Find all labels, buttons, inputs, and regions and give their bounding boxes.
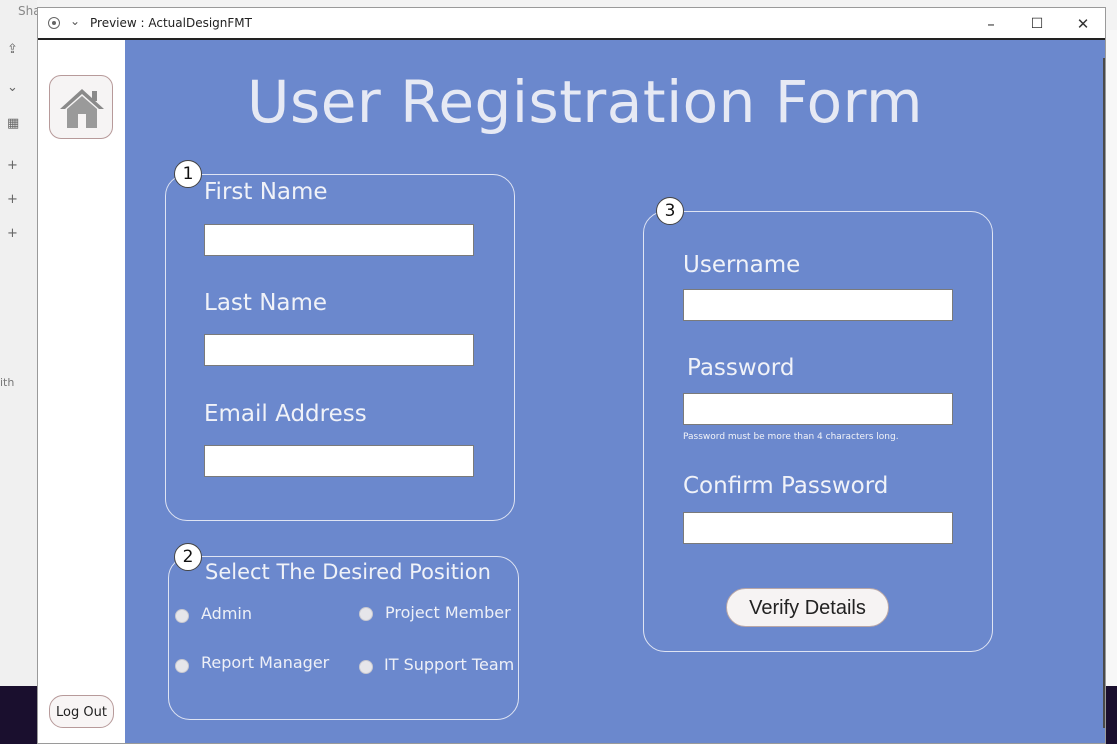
radio-it-support-team[interactable] <box>359 660 373 674</box>
radio-label-project-member: Project Member <box>385 603 511 622</box>
maximize-button[interactable]: ☐ <box>1017 12 1057 36</box>
verify-details-button[interactable]: Verify Details <box>726 588 889 627</box>
radio-project-member[interactable] <box>359 607 373 621</box>
home-icon <box>60 89 104 128</box>
radio-label-it-support-team: IT Support Team <box>384 655 515 674</box>
grid-icon: ▦ <box>7 116 20 131</box>
logout-button[interactable]: Log Out <box>49 695 114 728</box>
record-icon[interactable] <box>48 17 60 29</box>
background-right-fragment <box>1106 30 1117 686</box>
confirm-password-field[interactable] <box>683 512 953 544</box>
first-name-label: First Name <box>204 179 328 205</box>
background-taskbar-fragment-right <box>1106 686 1117 744</box>
chevron-down-icon[interactable]: ⌄ <box>70 14 80 28</box>
sidebar: Log Out <box>38 40 125 743</box>
section-badge-2: 2 <box>174 543 202 571</box>
background-app-strip: Sha ⇪ ⌄ ▦ + + + ith <box>0 0 41 744</box>
close-button[interactable]: ✕ <box>1063 12 1103 36</box>
plus-icon: + <box>7 192 18 207</box>
radio-admin[interactable] <box>175 609 189 623</box>
section-badge-3: 3 <box>656 197 684 225</box>
preview-window: ⌄ Preview : ActualDesignFMT – ☐ ✕ Log Ou… <box>37 7 1106 744</box>
window-title: Preview : ActualDesignFMT <box>90 16 252 30</box>
password-label: Password <box>687 355 795 381</box>
last-name-field[interactable] <box>204 334 474 366</box>
title-bar: ⌄ Preview : ActualDesignFMT – ☐ ✕ <box>38 8 1105 40</box>
minimize-button[interactable]: – <box>971 12 1011 36</box>
background-taskbar-fragment <box>0 686 37 744</box>
page-title: User Registration Form <box>247 68 923 136</box>
plus-icon: + <box>7 158 18 173</box>
email-label: Email Address <box>204 401 367 427</box>
username-field[interactable] <box>683 289 953 321</box>
section-badge-1: 1 <box>174 160 202 188</box>
radio-label-report-manager: Report Manager <box>201 653 330 672</box>
vertical-scrollbar[interactable] <box>1103 58 1105 728</box>
confirm-password-label: Confirm Password <box>683 473 889 499</box>
radio-report-manager[interactable] <box>175 659 189 673</box>
username-label: Username <box>683 252 801 278</box>
first-name-field[interactable] <box>204 224 474 256</box>
email-field[interactable] <box>204 445 474 477</box>
background-sidebar-text: ith <box>0 376 15 389</box>
plus-icon: + <box>7 226 18 241</box>
home-button[interactable] <box>49 75 113 139</box>
position-heading: Select The Desired Position <box>205 560 491 584</box>
password-hint: Password must be more than 4 characters … <box>683 432 899 442</box>
share-icon: ⇪ <box>7 42 18 57</box>
chevron-down-icon: ⌄ <box>7 80 18 95</box>
password-field[interactable] <box>683 393 953 425</box>
last-name-label: Last Name <box>204 290 328 316</box>
radio-label-admin: Admin <box>201 604 252 623</box>
registration-form-area: User Registration Form 1 First Name Last… <box>125 40 1105 743</box>
